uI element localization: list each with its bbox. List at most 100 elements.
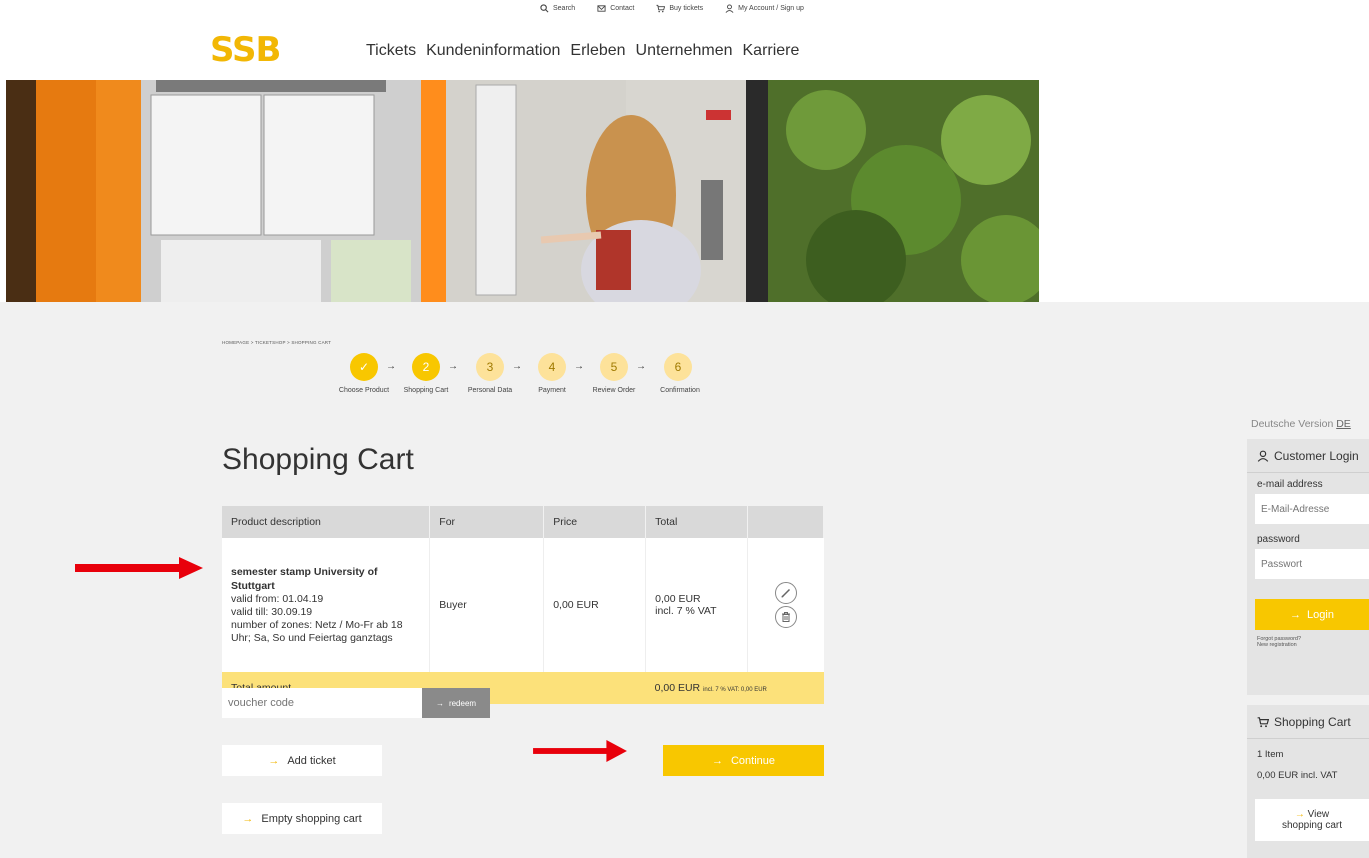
step-6-circle: 6: [664, 353, 692, 381]
cart-item-count: 1 Item: [1257, 749, 1284, 760]
top-link-buy-tickets[interactable]: Buy tickets: [656, 4, 703, 13]
search-icon: [540, 4, 549, 13]
product-for-cell: Buyer: [429, 538, 545, 672]
step-arrow-icon: →: [448, 361, 458, 372]
arrow-right-icon: →: [242, 812, 254, 825]
cart-icon: [1257, 716, 1269, 727]
breadcrumb[interactable]: HOMEPAGE > TICKETSHOP > SHOPPING CART: [222, 340, 331, 345]
arrow-right-icon: →: [435, 698, 444, 708]
step-3-circle: 3: [476, 353, 504, 381]
nav-karriere[interactable]: Karriere: [743, 42, 800, 60]
step-label: Choose Product: [338, 387, 390, 394]
shopping-cart-title: Shopping Cart: [1274, 714, 1351, 729]
redeem-label: redeem: [448, 698, 477, 708]
main-navigation: Tickets Kundeninformation Erleben Untern…: [366, 42, 799, 60]
arrow-right-icon: →: [268, 754, 280, 767]
step-arrow-icon: →: [386, 361, 396, 372]
table-row: semester stamp University of Stuttgart v…: [222, 538, 824, 672]
arrow-right-icon: →: [711, 754, 723, 767]
email-field[interactable]: [1255, 494, 1369, 524]
column-header: For: [429, 506, 545, 538]
top-link-label: Buy tickets: [669, 5, 704, 12]
product-zones: number of zones: Netz / Mo-Fr ab 18 Uhr;…: [231, 619, 403, 644]
step-label: Shopping Cart: [403, 387, 449, 394]
step-label: Review Order: [592, 387, 636, 394]
nav-kundeninformation[interactable]: Kundeninformation: [426, 42, 560, 60]
shopping-cart-header: Shopping Cart: [1247, 705, 1369, 739]
top-link-search[interactable]: Search: [540, 4, 575, 13]
checkout-steps: ✓ → 2 → 3 → 4 → 5 → 6 Choose Product Sho…: [336, 352, 716, 402]
add-ticket-label: Add ticket: [287, 754, 336, 767]
delete-button[interactable]: [774, 606, 797, 628]
password-label: password: [1257, 534, 1300, 545]
product-total-vat: incl. 7 % VAT: [655, 605, 717, 617]
view-label-2: shopping cart: [1281, 820, 1343, 831]
nav-unternehmen[interactable]: Unternehmen: [636, 42, 733, 60]
password-field[interactable]: [1255, 549, 1369, 579]
add-ticket-button[interactable]: → Add ticket: [222, 745, 382, 776]
login-button[interactable]: → Login: [1255, 599, 1369, 630]
arrow-right-icon: →: [1290, 608, 1302, 621]
product-description-cell: semester stamp University of Stuttgart v…: [222, 538, 431, 672]
customer-login-header: Customer Login: [1247, 439, 1369, 473]
product-name: semester stamp University of Stuttgart: [231, 566, 378, 592]
language-switch: Deutsche Version DE: [1251, 418, 1351, 430]
cart-table: Product description For Price Total seme…: [222, 506, 824, 704]
top-link-account[interactable]: My Account / Sign up: [725, 4, 804, 13]
red-arrow-annotation: [533, 740, 627, 762]
new-registration-link[interactable]: New registration: [1257, 642, 1369, 648]
language-link-de[interactable]: DE: [1336, 418, 1351, 430]
customer-login-panel: Customer Login e-mail address password →…: [1247, 439, 1369, 695]
ssb-logo[interactable]: SSB: [210, 30, 281, 70]
step-5-circle: 5: [600, 353, 628, 381]
step-label: Confirmation: [660, 387, 700, 394]
step-2-circle: 2: [412, 353, 440, 381]
empty-cart-label: Empty shopping cart: [261, 812, 362, 825]
user-icon: [725, 4, 734, 13]
page-title: Shopping Cart: [222, 443, 414, 476]
red-arrow-annotation: [75, 557, 203, 579]
login-links: Forgot password? New registration: [1247, 630, 1369, 654]
table-header-row: Product description For Price Total: [222, 506, 824, 538]
top-link-label: Contact: [610, 5, 635, 12]
view-shopping-cart-button[interactable]: → View shopping cart: [1255, 799, 1369, 841]
column-header: [747, 506, 824, 538]
step-arrow-icon: →: [512, 361, 522, 372]
hero-illustration: [6, 80, 1039, 302]
cart-icon: [656, 4, 666, 13]
nav-erleben[interactable]: Erleben: [570, 42, 625, 60]
step-label: Payment: [538, 387, 566, 394]
edit-button[interactable]: [774, 582, 797, 604]
mail-icon: [597, 5, 606, 12]
empty-cart-button[interactable]: → Empty shopping cart: [222, 803, 382, 834]
shopping-cart-panel: Shopping Cart 1 Item 0,00 EUR incl. VAT …: [1247, 705, 1369, 858]
column-header: Price: [543, 506, 647, 538]
step-4-circle: 4: [538, 353, 566, 381]
redeem-button[interactable]: → redeem: [422, 688, 490, 718]
step-arrow-icon: →: [574, 361, 584, 372]
product-valid-from: valid from: 01.04.19: [231, 593, 324, 605]
column-header: Total: [645, 506, 749, 538]
email-label: e-mail address: [1257, 479, 1323, 490]
total-value-cell: 0,00 EUR incl. 7 % VAT: 0,00 EUR: [645, 672, 824, 704]
step-1-circle: ✓: [350, 353, 378, 381]
top-link-contact[interactable]: Contact: [597, 4, 634, 13]
top-utility-links: Search Contact Buy tickets My Account / …: [540, 4, 804, 13]
voucher-code-input[interactable]: [222, 688, 422, 718]
product-total-cell: 0,00 EUR incl. 7 % VAT: [645, 538, 749, 672]
step-label: Personal Data: [467, 387, 513, 394]
column-header: Product description: [222, 506, 431, 538]
product-actions-cell: [747, 538, 824, 672]
nav-tickets[interactable]: Tickets: [366, 42, 416, 60]
product-total-value: 0,00 EUR: [655, 593, 701, 605]
pencil-icon: [781, 588, 790, 598]
step-arrow-icon: →: [636, 361, 646, 372]
login-label: Login: [1307, 608, 1334, 621]
hero-image: [6, 80, 1039, 302]
top-link-label: Search: [553, 5, 576, 12]
cart-amount: 0,00 EUR incl. VAT: [1257, 770, 1338, 781]
continue-button[interactable]: → Continue: [663, 745, 824, 776]
view-label-1: View: [1307, 809, 1330, 820]
product-valid-till: valid till: 30.09.19: [231, 606, 313, 618]
top-link-label: My Account / Sign up: [738, 5, 804, 12]
